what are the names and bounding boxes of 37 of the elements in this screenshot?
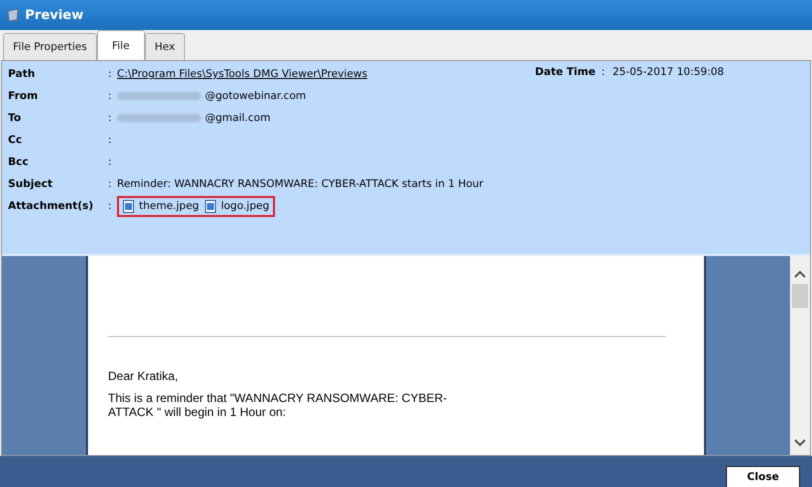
attachment-link[interactable]: theme.jpeg: [123, 200, 199, 212]
colon-text: :: [108, 112, 113, 124]
tab[interactable]: File Properties: [3, 33, 97, 60]
email-domain-text: @gmail.com: [205, 112, 270, 124]
email-domain-text: @gotowebinar.com: [205, 90, 306, 102]
colon-text: :: [108, 134, 113, 146]
field-label: Cc: [8, 134, 23, 146]
field-label: To: [8, 112, 22, 124]
vertical-scrollbar[interactable]: [790, 256, 810, 455]
scroll-up-icon[interactable]: [794, 270, 806, 278]
close-button[interactable]: Close: [726, 466, 800, 487]
field-label: Subject: [8, 178, 54, 190]
window-title: Preview: [25, 8, 84, 22]
field-label: Path: [8, 68, 36, 80]
colon-text: :: [108, 200, 113, 212]
field-value: Reminder: WANNACRY RANSOMWARE: CYBER-ATTACK starts in 1 Hour: [117, 178, 484, 190]
field-label: Date Time: [535, 66, 596, 80]
colon-text: :: [601, 66, 606, 80]
tab[interactable]: Hex: [144, 33, 185, 60]
colon-text: :: [108, 68, 113, 80]
field-label: Bcc: [8, 156, 30, 168]
app-logo-icon: [6, 8, 20, 22]
colon-text: :: [108, 90, 113, 102]
body-paragraph: Dear Kratika,: [108, 369, 180, 383]
field-label: Attachment(s): [8, 200, 94, 212]
scroll-down-icon[interactable]: [794, 439, 806, 447]
scrollbar-thumb[interactable]: [792, 284, 808, 308]
path-link[interactable]: C:\Program Files\SysTools DMG Viewer\Previews: [117, 68, 368, 80]
colon-text: :: [108, 178, 113, 190]
tab[interactable]: File: [96, 30, 145, 60]
field-label: From: [8, 90, 39, 102]
image-file-icon: [123, 200, 134, 212]
colon-text: :: [108, 156, 113, 168]
date-value: 25-05-2017 10:59:08: [612, 66, 724, 80]
image-file-icon: [204, 200, 216, 212]
attachment-link[interactable]: logo.jpeg: [204, 200, 270, 212]
body-paragraph: This is a reminder that "WANNACRY RANSOMWARE: CYBER-ATTACK " will begin in 1 Hour on:: [108, 391, 448, 419]
